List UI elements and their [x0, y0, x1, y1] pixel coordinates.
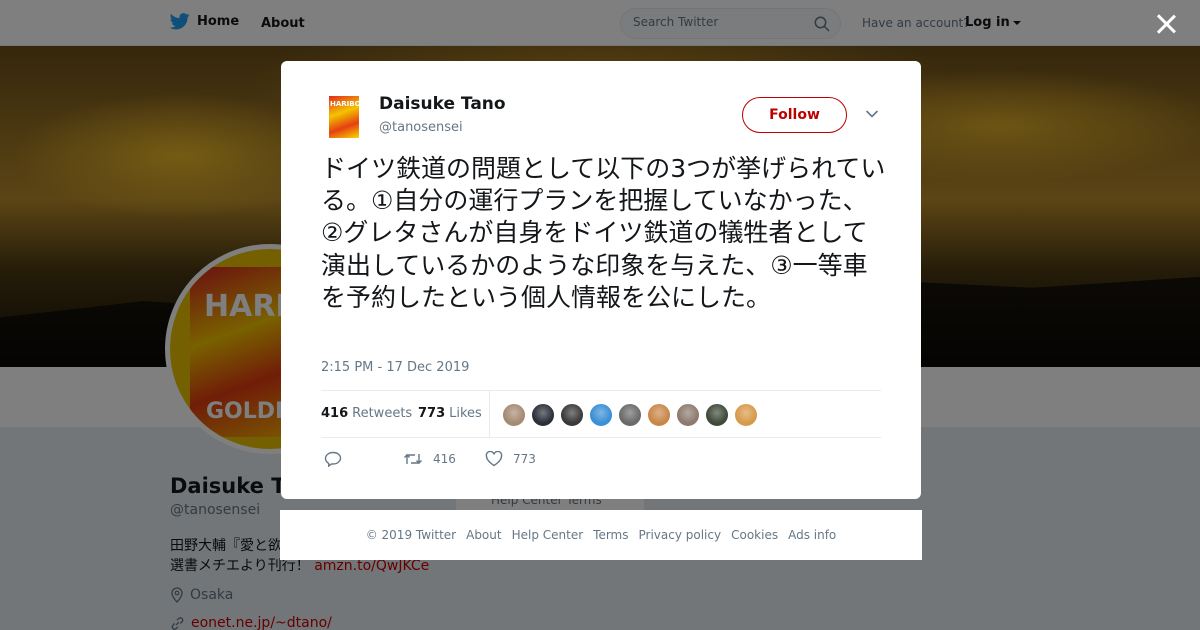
retweets-count: 416 [321, 406, 349, 421]
tweet-author-name[interactable]: Daisuke Tano [379, 94, 506, 114]
retweet-action[interactable]: 416 [403, 451, 456, 467]
tweet-timestamp[interactable]: 2:15 PM - 17 Dec 2019 [321, 360, 469, 375]
reply-icon [324, 451, 342, 467]
liker-avatar[interactable] [589, 403, 613, 427]
liker-avatar[interactable] [618, 403, 642, 427]
modal-footer-links: © 2019 Twitter About Help Center Terms Priva… [280, 510, 922, 560]
liker-avatar[interactable] [676, 403, 700, 427]
liker-avatar[interactable] [734, 403, 758, 427]
follow-button[interactable]: Follow [742, 97, 847, 133]
footer-link[interactable]: Ads info [788, 528, 836, 542]
chevron-down-icon[interactable] [865, 109, 879, 119]
tweet-text: ドイツ鉄道の問題として以下の3つが挙げられている。①自分の運行プランを把握してい… [321, 154, 886, 312]
tweet-modal: HARIBO Daisuke Tano @tanosensei Follow ド… [281, 61, 921, 499]
tweet-avatar-text: HARIBO [330, 100, 361, 108]
liker-avatar[interactable] [502, 403, 526, 427]
tweet-author-avatar[interactable]: HARIBO [323, 96, 365, 138]
liker-avatars [502, 403, 763, 427]
retweets-label: Retweets [352, 406, 413, 421]
stats-divider [489, 391, 490, 437]
tweet-stats: 416 Retweets 773 Likes [321, 390, 881, 438]
footer-link: © 2019 Twitter [365, 528, 457, 542]
retweet-icon [404, 454, 422, 464]
heart-icon [485, 451, 503, 467]
footer-link[interactable]: About [466, 528, 501, 542]
liker-avatar[interactable] [531, 403, 555, 427]
like-action-count: 773 [513, 452, 536, 466]
reply-action[interactable] [324, 451, 352, 467]
likes-label: Likes [449, 406, 482, 421]
footer-link[interactable]: Terms [593, 528, 628, 542]
liker-avatar[interactable] [647, 403, 671, 427]
retweets-stat[interactable]: 416 Retweets [321, 406, 412, 421]
liker-avatar[interactable] [560, 403, 584, 427]
like-action[interactable]: 773 [485, 451, 536, 467]
close-icon[interactable] [1154, 12, 1178, 36]
footer-link[interactable]: Cookies [731, 528, 778, 542]
tweet-actions: 416 773 [321, 449, 881, 473]
footer-link[interactable]: Help Center [512, 528, 584, 542]
likes-stat[interactable]: 773 Likes [418, 406, 482, 421]
tweet-author-handle[interactable]: @tanosensei [379, 120, 463, 135]
footer-link[interactable]: Privacy policy [639, 528, 722, 542]
liker-avatar[interactable] [705, 403, 729, 427]
likes-count: 773 [418, 406, 446, 421]
retweet-action-count: 416 [433, 452, 456, 466]
